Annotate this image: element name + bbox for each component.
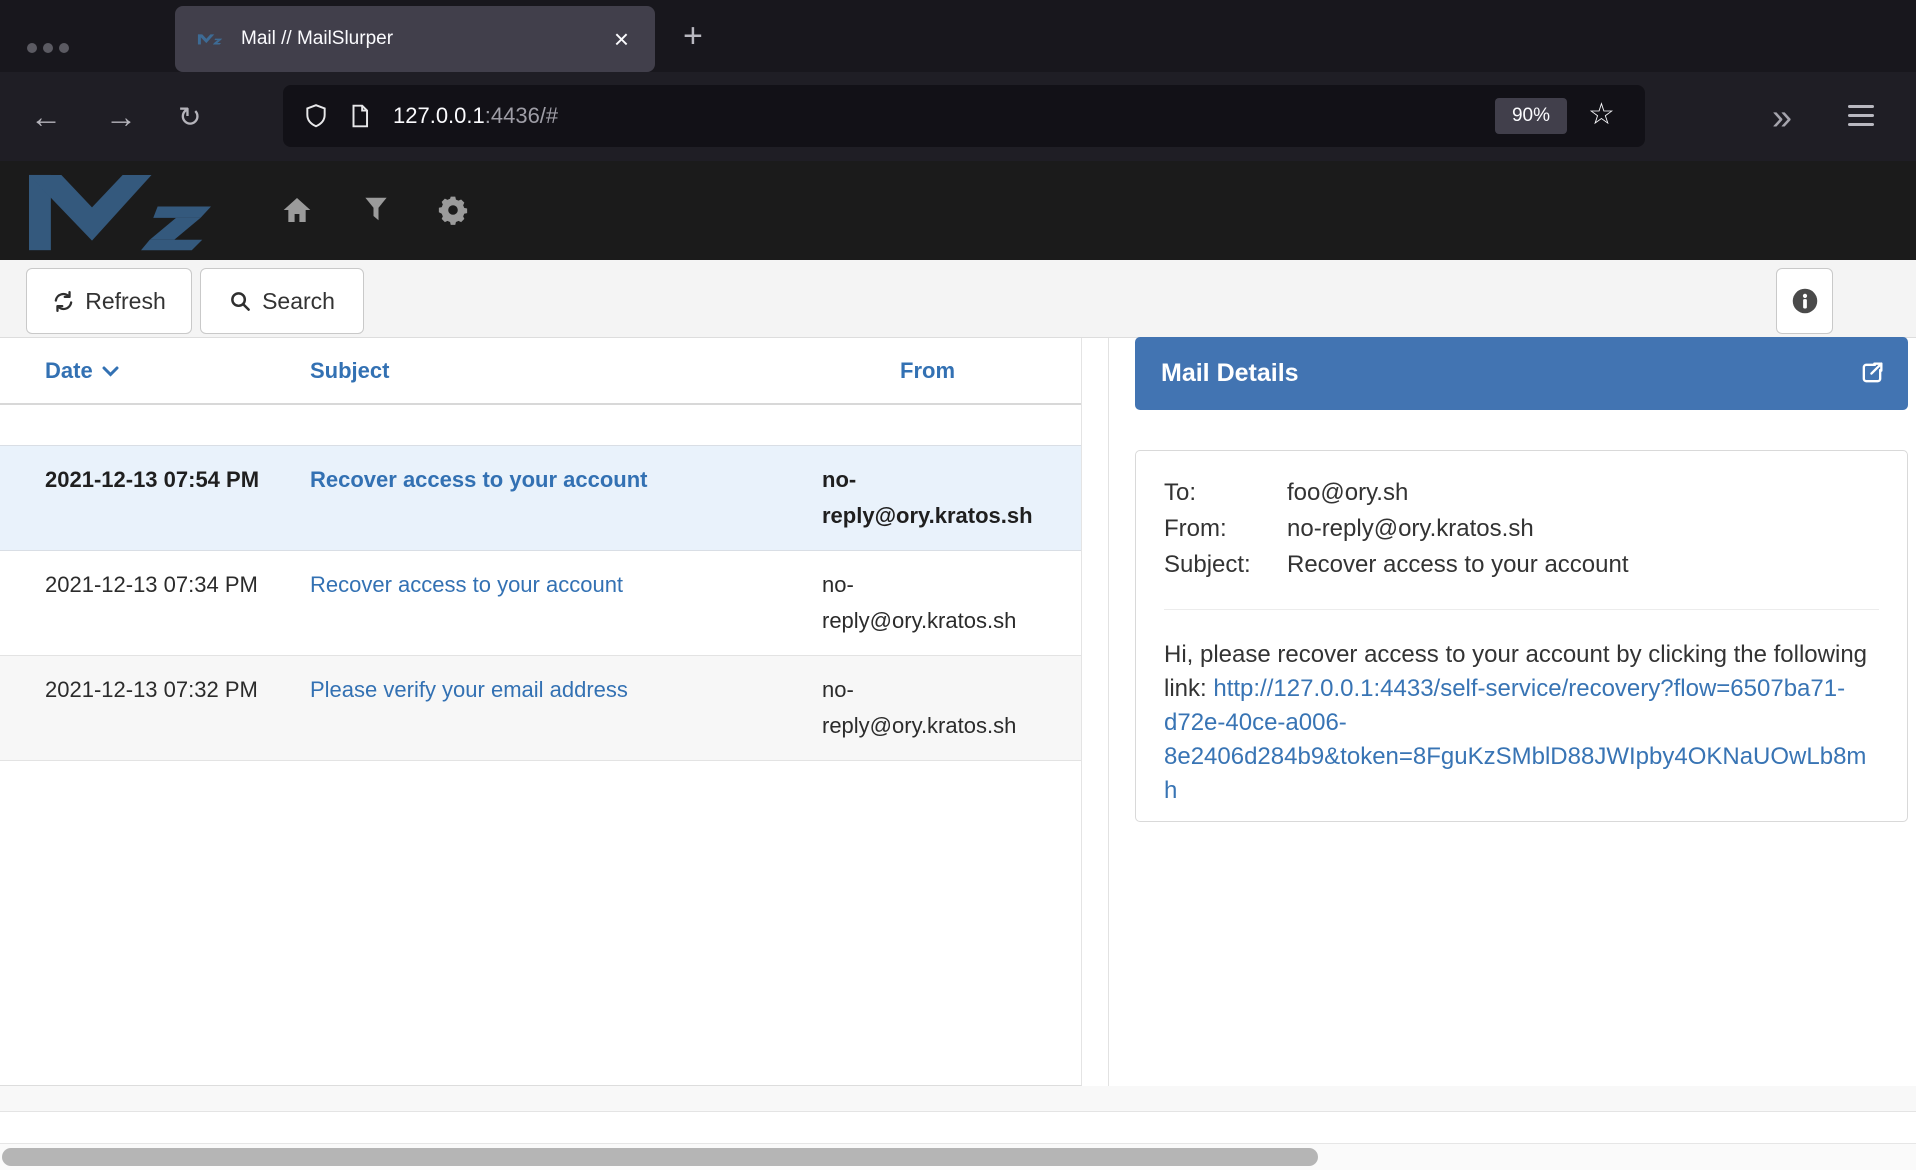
new-tab-button[interactable]: + [683, 17, 703, 56]
mail-list-table: Date Subject From 2021-12-13 07:54 PM Re… [0, 338, 1082, 1086]
zoom-level-badge[interactable]: 90% [1495, 98, 1567, 134]
browser-tab-bar: Mail // MailSlurper × + [0, 0, 1916, 72]
mail-date: 2021-12-13 07:54 PM [45, 462, 310, 534]
sort-desc-chevron-icon [102, 357, 119, 382]
mail-table-body: 2021-12-13 07:54 PM Recover access to yo… [0, 445, 1081, 761]
search-button-label: Search [262, 288, 335, 315]
column-header-subject[interactable]: Subject [310, 358, 822, 384]
mail-from: no-reply@ory.kratos.sh [822, 672, 1081, 744]
bottom-strip [0, 1086, 1916, 1112]
mail-table-header: Date Subject From [0, 338, 1081, 405]
mail-details-card: To: foo@ory.sh From: no-reply@ory.kratos… [1135, 450, 1908, 822]
browser-tab[interactable]: Mail // MailSlurper × [175, 6, 655, 72]
tab-close-icon[interactable]: × [614, 26, 629, 52]
column-header-date[interactable]: Date [45, 357, 310, 384]
menu-icon[interactable] [1848, 105, 1874, 132]
reload-icon[interactable]: ↻ [178, 100, 201, 133]
search-icon [229, 290, 252, 313]
action-toolbar: Refresh Search [0, 260, 1916, 338]
refresh-button[interactable]: Refresh [26, 268, 192, 334]
window-control-dot[interactable] [27, 43, 37, 53]
info-icon [1791, 287, 1819, 315]
refresh-button-label: Refresh [85, 288, 166, 315]
info-button[interactable] [1776, 268, 1833, 334]
mail-subject-link[interactable]: Recover access to your account [310, 467, 647, 492]
mail-date: 2021-12-13 07:32 PM [45, 672, 310, 744]
mailslurper-favicon-icon [197, 33, 225, 46]
url-path: :4436/# [485, 103, 558, 129]
main-content: Date Subject From 2021-12-13 07:54 PM Re… [0, 338, 1916, 1170]
url-host: 127.0.0.1 [393, 103, 485, 129]
mail-subject-link[interactable]: Please verify your email address [310, 677, 628, 702]
refresh-icon [52, 290, 75, 313]
gear-icon[interactable] [437, 194, 469, 226]
recovery-link[interactable]: http://127.0.0.1:4433/self-service/recov… [1164, 675, 1866, 804]
mail-subject-link[interactable]: Recover access to your account [310, 572, 623, 597]
window-control-dot[interactable] [59, 43, 69, 53]
back-icon[interactable]: ← [30, 98, 62, 135]
page-icon[interactable] [347, 103, 373, 129]
window-control-dot[interactable] [43, 43, 53, 53]
tab-title: Mail // MailSlurper [241, 28, 393, 50]
forward-icon[interactable]: → [105, 98, 137, 135]
subject-label: Subject: [1164, 547, 1287, 583]
browser-toolbar: ← → ↻ 127.0.0.1:4436/# 90% ☆ » [0, 72, 1916, 161]
from-label: From: [1164, 511, 1287, 547]
external-link-icon[interactable] [1858, 359, 1886, 387]
search-button[interactable]: Search [200, 268, 364, 334]
from-value: no-reply@ory.kratos.sh [1287, 511, 1534, 547]
details-divider [1164, 609, 1879, 610]
to-label: To: [1164, 475, 1287, 511]
column-header-from[interactable]: From [822, 358, 1081, 384]
url-text: 127.0.0.1:4436/# [393, 85, 558, 147]
subject-value: Recover access to your account [1287, 547, 1629, 583]
url-bar[interactable]: 127.0.0.1:4436/# 90% ☆ [283, 85, 1645, 147]
browser-window: Mail // MailSlurper × + ← → ↻ 127.0.0.1:… [0, 0, 1916, 1170]
mail-row[interactable]: 2021-12-13 07:34 PM Recover access to yo… [0, 551, 1081, 656]
shield-icon[interactable] [303, 103, 329, 129]
panel-divider [1108, 338, 1109, 1112]
mail-row[interactable]: 2021-12-13 07:32 PM Please verify your e… [0, 656, 1081, 761]
bookmark-star-icon[interactable]: ☆ [1588, 97, 1615, 132]
window-controls[interactable] [27, 43, 69, 53]
mail-from: no-reply@ory.kratos.sh [822, 567, 1081, 639]
mailslurper-navbar [0, 161, 1916, 260]
mail-row[interactable]: 2021-12-13 07:54 PM Recover access to yo… [0, 445, 1081, 551]
mail-details-title: Mail Details [1161, 359, 1299, 388]
mail-date: 2021-12-13 07:34 PM [45, 567, 310, 639]
overflow-chevrons-icon[interactable]: » [1772, 96, 1790, 138]
horizontal-scrollbar[interactable] [0, 1143, 1916, 1170]
mail-from: no-reply@ory.kratos.sh [822, 462, 1081, 534]
mail-details-header: Mail Details [1135, 337, 1908, 410]
mail-body: Hi, please recover access to your accoun… [1164, 638, 1879, 808]
mailslurper-logo [22, 167, 232, 259]
scrollbar-thumb[interactable] [2, 1148, 1318, 1166]
home-icon[interactable] [281, 194, 313, 226]
to-value: foo@ory.sh [1287, 475, 1408, 511]
filter-icon[interactable] [361, 194, 391, 224]
